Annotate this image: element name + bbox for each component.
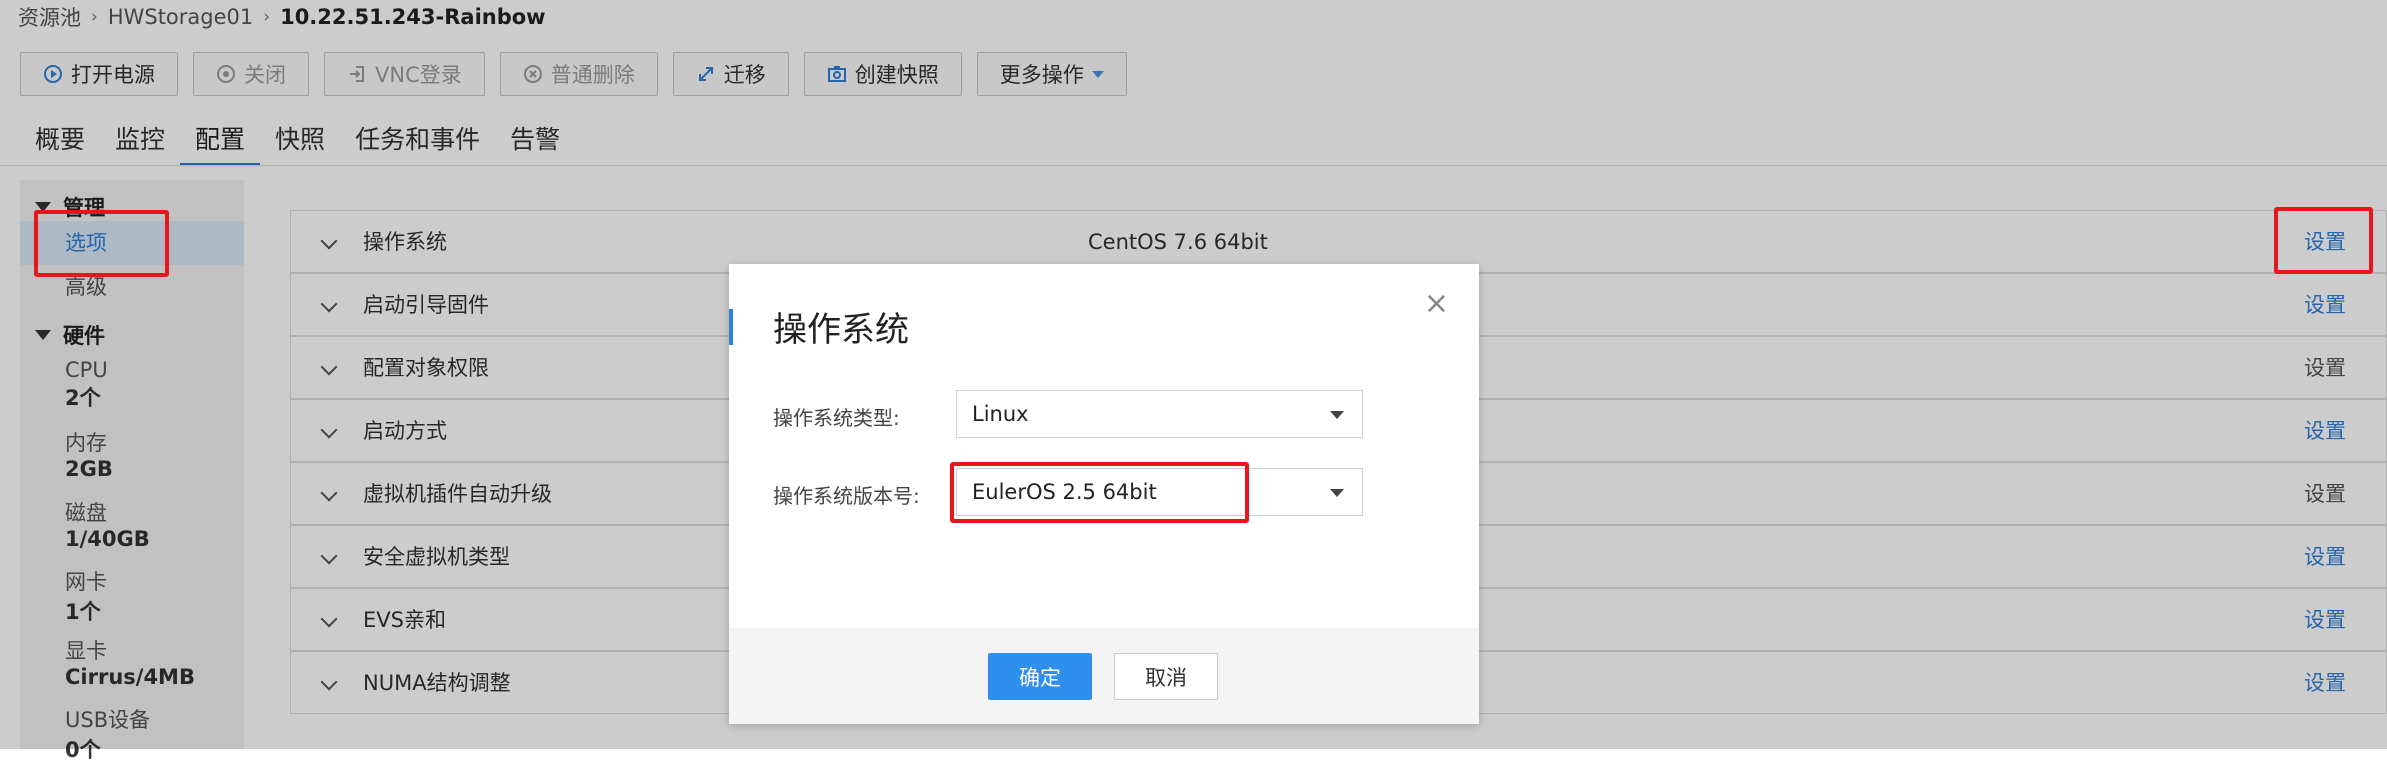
os-type-value: Linux xyxy=(972,402,1029,426)
dialog-title: 操作系统 xyxy=(773,310,909,350)
dialog-footer: 确定 取消 xyxy=(729,628,1479,724)
confirm-button[interactable]: 确定 xyxy=(988,653,1092,700)
close-icon[interactable]: × xyxy=(1424,286,1449,321)
highlight-box xyxy=(2274,207,2373,274)
highlight-box xyxy=(950,462,1249,523)
os-type-select[interactable]: Linux xyxy=(956,390,1363,438)
vm-config-page: 资源池 › HWStorage01 › 10.22.51.243-Rainbow… xyxy=(0,0,2387,762)
highlight-box xyxy=(34,210,169,277)
os-type-label: 操作系统类型: xyxy=(773,406,900,430)
cancel-button[interactable]: 取消 xyxy=(1114,653,1218,700)
dialog-title-accent xyxy=(729,309,733,345)
chevron-down-icon xyxy=(1330,411,1344,419)
chevron-down-icon xyxy=(1330,489,1344,497)
os-version-label: 操作系统版本号: xyxy=(773,484,920,508)
